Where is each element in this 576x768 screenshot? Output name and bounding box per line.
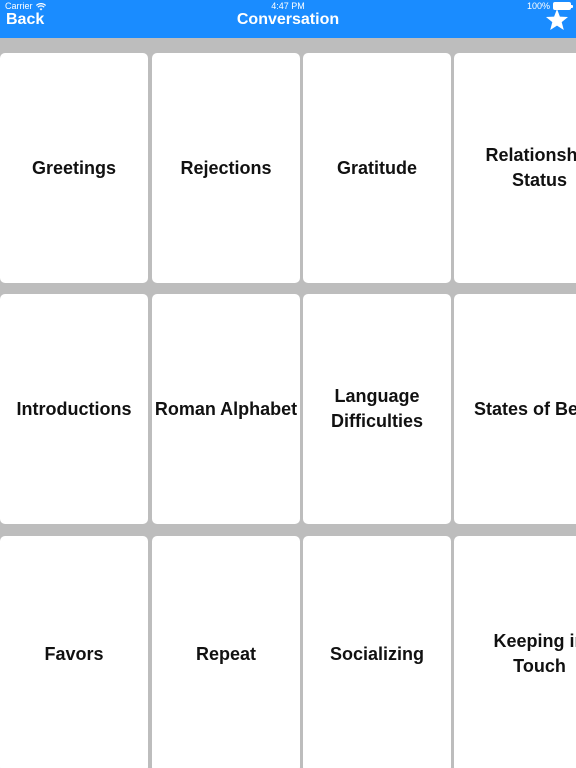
- category-label: Favors: [44, 643, 104, 664]
- category-label: Rejections: [180, 157, 272, 178]
- category-grid: Greetings Rejections Gratitude Relationship…: [0, 38, 576, 768]
- category-tile[interactable]: Greetings: [0, 53, 148, 283]
- category-label: Relationship Status: [485, 145, 576, 190]
- category-tile[interactable]: Introductions: [0, 294, 148, 524]
- category-tile[interactable]: Repeat: [152, 536, 300, 768]
- category-label: Gratitude: [336, 157, 417, 178]
- category-label: Language Difficulties: [330, 386, 423, 431]
- category-tile[interactable]: States of Being: [454, 294, 576, 524]
- category-tile[interactable]: Socializing: [303, 536, 451, 768]
- category-label: Roman Alphabet: [154, 398, 298, 419]
- category-tile[interactable]: Gratitude: [303, 53, 451, 283]
- navigation-bar: Carrier 4:47 PM 100% Back Conversation: [0, 0, 576, 38]
- category-tile[interactable]: Roman Alphabet: [152, 294, 300, 524]
- star-icon: [544, 7, 570, 33]
- category-tile[interactable]: Language Difficulties: [303, 294, 451, 524]
- category-label: Introductions: [16, 398, 132, 419]
- favorites-button[interactable]: [544, 7, 570, 33]
- category-label: States of Being: [473, 398, 576, 419]
- category-tile[interactable]: Favors: [0, 536, 148, 768]
- category-label: Repeat: [195, 643, 257, 664]
- category-tile[interactable]: Relationship Status: [454, 53, 576, 283]
- category-label: Greetings: [31, 157, 117, 178]
- category-tile[interactable]: Keeping in Touch: [454, 536, 576, 768]
- category-tile[interactable]: Rejections: [152, 53, 300, 283]
- category-label: Keeping in Touch: [493, 631, 576, 676]
- app-screen: Carrier 4:47 PM 100% Back Conversation G…: [0, 0, 576, 768]
- page-title: Conversation: [236, 11, 340, 28]
- category-label: Socializing: [329, 643, 425, 664]
